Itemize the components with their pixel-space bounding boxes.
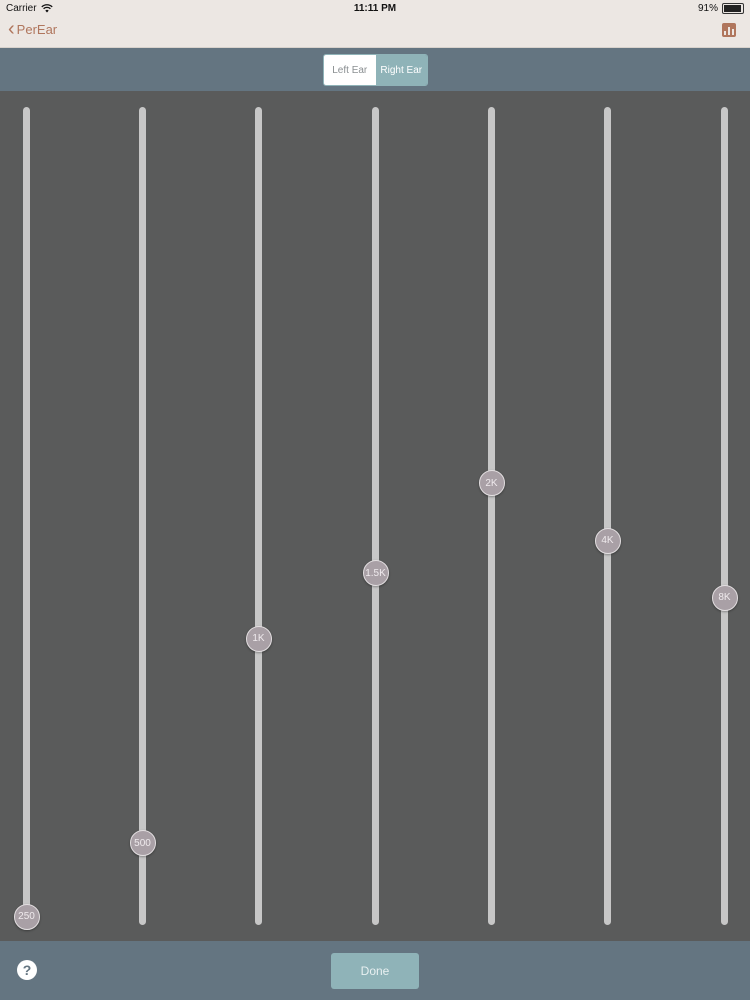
slider-track-1k[interactable] (255, 107, 262, 925)
slider-thumb-8k[interactable]: 8K (711, 584, 738, 611)
slider-track-1-5k[interactable] (372, 107, 379, 925)
help-icon[interactable]: ? (17, 960, 37, 980)
bar-chart-icon[interactable] (722, 23, 736, 37)
battery-icon (722, 3, 744, 14)
slider-track-4k[interactable] (604, 107, 611, 925)
chevron-left-icon: ‹ (8, 18, 15, 40)
battery-status: 91% (698, 3, 744, 14)
slider-track-2k[interactable] (488, 107, 495, 925)
slider-track-8k[interactable] (721, 107, 728, 925)
ear-segment-bar: Left Ear Right Ear (0, 48, 750, 91)
bottom-bar: ? Done (0, 941, 750, 1000)
slider-thumb-250[interactable]: 250 (13, 903, 40, 930)
top-bar: Carrier 11:11 PM 91% ‹ PerEar (0, 0, 750, 48)
back-button[interactable]: ‹ PerEar (8, 18, 58, 40)
status-time: 11:11 PM (353, 3, 397, 14)
ear-segmented-control: Left Ear Right Ear (323, 54, 428, 86)
slider-track-500[interactable] (139, 107, 146, 925)
right-ear-tab[interactable]: Right Ear (375, 55, 427, 85)
slider-thumb-500[interactable]: 500 (129, 830, 156, 857)
slider-thumb-4k[interactable]: 4K (594, 527, 621, 554)
done-button[interactable]: Done (331, 953, 419, 989)
left-ear-tab[interactable]: Left Ear (324, 55, 376, 85)
back-label: PerEar (16, 21, 58, 37)
status-bar: Carrier 11:11 PM 91% (0, 0, 750, 16)
slider-thumb-2k[interactable]: 2K (478, 470, 505, 497)
slider-thumb-1k[interactable]: 1K (245, 625, 272, 652)
battery-percent: 91% (697, 3, 718, 14)
slider-thumb-1-5k[interactable]: 1.5K (362, 560, 389, 587)
slider-track-250[interactable] (23, 107, 30, 925)
frequency-sliders: 250 500 1K 1.5K 2K 4K 8K (0, 91, 750, 941)
